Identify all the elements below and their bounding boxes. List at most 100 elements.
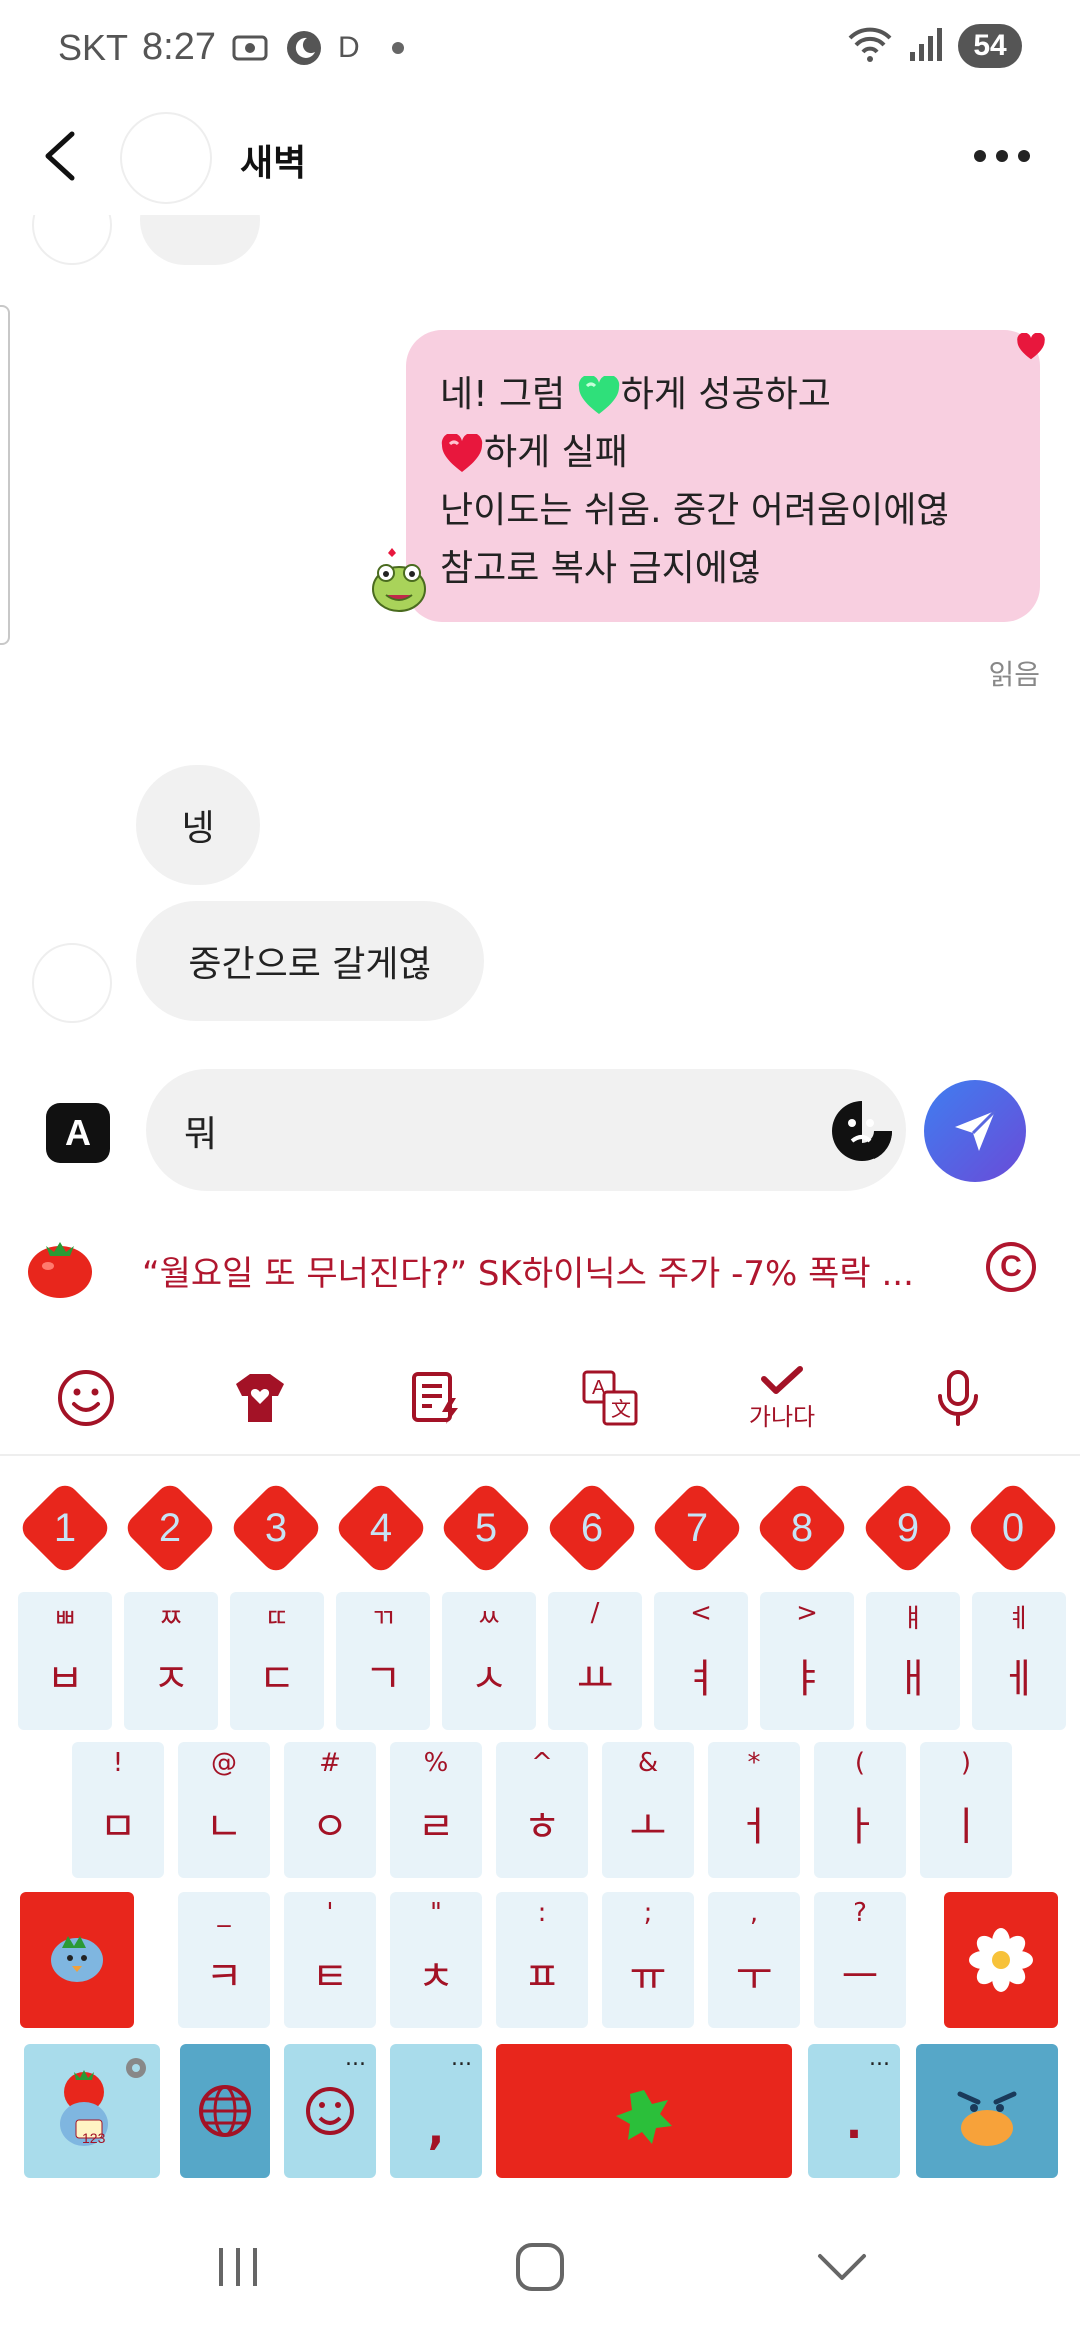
message-line: 참고로 복사 금지에엲 [440,548,761,589]
contact-name[interactable]: 새벽 [240,134,306,186]
keyboard-toolbar: A文 가나다 [0,1336,1080,1456]
key-letter[interactable]: / ㅛ [548,1592,642,1730]
red-heart-icon [440,432,484,474]
more-indicator: ... [869,2046,890,2071]
news-headline[interactable]: “월요일 또 무너진다?” SK하이닉스 주가 -7% 폭락 ... [142,1246,932,1295]
tomato-icon [26,1232,94,1300]
message-text: 네! 그럼 [440,374,577,415]
key-letter[interactable]: % ㄹ [390,1742,482,1878]
key-letter[interactable]: " ㅊ [390,1892,482,2028]
scroll-handle[interactable] [0,305,10,645]
period-key[interactable]: ... . [808,2044,900,2178]
key-letter[interactable]: ? ㅡ [814,1892,906,2028]
period-label: . [845,2098,863,2149]
backspace-key[interactable] [944,1892,1058,2028]
symbol-key[interactable]: 123 [24,2044,160,2178]
message-list[interactable]: 네! 그럼 하게 성공하고 하게 실패 난이도는 쉬움. 중간 어려움이에엲 참… [0,215,1080,1060]
smiley-icon [58,1370,114,1426]
sender-avatar[interactable] [32,943,112,1023]
key-letter[interactable]: ^ ㅎ [496,1742,588,1878]
key-letter[interactable]: ' ㅌ [284,1892,376,2028]
more-options-button[interactable] [974,150,1030,162]
key-letter[interactable]: ㅒㅐ [866,1592,960,1730]
translate-icon: A文 [582,1370,638,1426]
keyboard-news-banner[interactable]: “월요일 또 무너진다?” SK하이닉스 주가 -7% 폭락 ... C [0,1220,1080,1330]
key-number[interactable]: 3 [227,1479,325,1577]
copyright-icon[interactable]: C [986,1242,1036,1292]
recent-apps-button[interactable] [198,2232,278,2302]
do-not-disturb-icon [284,28,324,68]
incoming-message-bubble[interactable]: 중간으로 갈게엲 [136,901,484,1021]
key-letter[interactable]: :ㅍ [496,1892,588,2028]
key-letter[interactable]: ! ㅁ [72,1742,164,1878]
message-line: 하게 실패 [440,424,1006,482]
recent-apps-icon [219,2248,257,2286]
key-letter[interactable]: ㅉㅈ [124,1592,218,1730]
key-letter[interactable]: ㅆㅅ [442,1592,536,1730]
shift-key[interactable] [20,1892,134,2028]
memo-lightning-icon [412,1372,458,1424]
emoji-button[interactable] [46,1358,126,1438]
key-letter[interactable]: @ ㄴ [178,1742,270,1878]
back-nav-button[interactable] [802,2232,882,2302]
key-letter[interactable]: ㅃㅂ [18,1592,112,1730]
key-letter[interactable]: * ㅓ [708,1742,800,1878]
comma-label: , [427,2104,445,2155]
home-button[interactable] [500,2232,580,2302]
wifi-icon [846,24,894,68]
status-right: 54 [846,24,1022,68]
key-letter[interactable]: (ㅏ [814,1742,906,1878]
more-dot-icon [996,150,1008,162]
key-letter[interactable]: ㅖㅔ [972,1592,1066,1730]
key-letter[interactable]: _ ㅋ [178,1892,270,2028]
key-number[interactable]: 7 [648,1479,746,1577]
message-input-value: 뭐 [184,1114,218,1155]
signal-icon [906,24,946,68]
key-number[interactable]: 8 [753,1479,851,1577]
key-number[interactable]: 9 [859,1479,957,1577]
emoji-key[interactable]: ... [284,2044,376,2178]
sticker-button[interactable] [830,1099,894,1163]
key-letter[interactable]: < ㅕ [654,1592,748,1730]
chat-header: 새벽 [0,100,1080,215]
comma-key[interactable]: ... , [390,2044,482,2178]
key-number[interactable]: 2 [121,1479,219,1577]
key-number[interactable]: 4 [332,1479,430,1577]
key-letter[interactable]: ; ㅠ [602,1892,694,2028]
theme-button[interactable] [220,1358,300,1438]
key-number[interactable]: 6 [543,1479,641,1577]
key-letter[interactable]: # ㅇ [284,1742,376,1878]
battery-indicator: 54 [958,24,1022,68]
frog-sticker-icon [368,545,430,615]
key-letter[interactable]: ㄸㄷ [230,1592,324,1730]
contact-avatar[interactable] [120,112,212,204]
voice-input-button[interactable] [918,1358,998,1438]
translate-button[interactable]: A文 [570,1358,650,1438]
key-letter[interactable]: ,ㅜ [708,1892,800,2028]
key-letter[interactable]: ) ㅣ [920,1742,1012,1878]
clipboard-button[interactable] [396,1358,476,1438]
key-number[interactable]: 5 [437,1479,535,1577]
space-key[interactable] [496,2044,792,2178]
key-letter[interactable]: & ㅗ [602,1742,694,1878]
reaction-heart-icon[interactable] [1016,332,1046,365]
status-extra: D [337,30,360,64]
input-mode-button[interactable]: A [46,1103,110,1163]
message-input[interactable]: 뭐 [146,1069,906,1191]
spell-check-button[interactable]: 가나다 [742,1358,822,1438]
key-number[interactable]: 0 [964,1479,1062,1577]
enter-key[interactable] [916,2044,1058,2178]
back-button[interactable] [36,128,88,184]
sender-avatar[interactable] [32,215,112,265]
language-key[interactable] [180,2044,270,2178]
incoming-message-bubble[interactable]: 넹 [136,765,260,885]
key-letter[interactable]: > ㅑ [760,1592,854,1730]
outgoing-message-bubble[interactable]: 네! 그럼 하게 성공하고 하게 실패 난이도는 쉬움. 중간 어려움이에엲 참… [406,330,1040,622]
key-letter[interactable]: ㄲㄱ [336,1592,430,1730]
send-button[interactable] [924,1080,1026,1182]
key-number[interactable]: 1 [16,1479,114,1577]
notification-dot-icon [391,41,404,54]
message-line: 네! 그럼 하게 성공하고 [440,366,1006,424]
message-text: 하게 실패 [484,432,628,473]
read-receipt: 읽음 [988,658,1040,691]
